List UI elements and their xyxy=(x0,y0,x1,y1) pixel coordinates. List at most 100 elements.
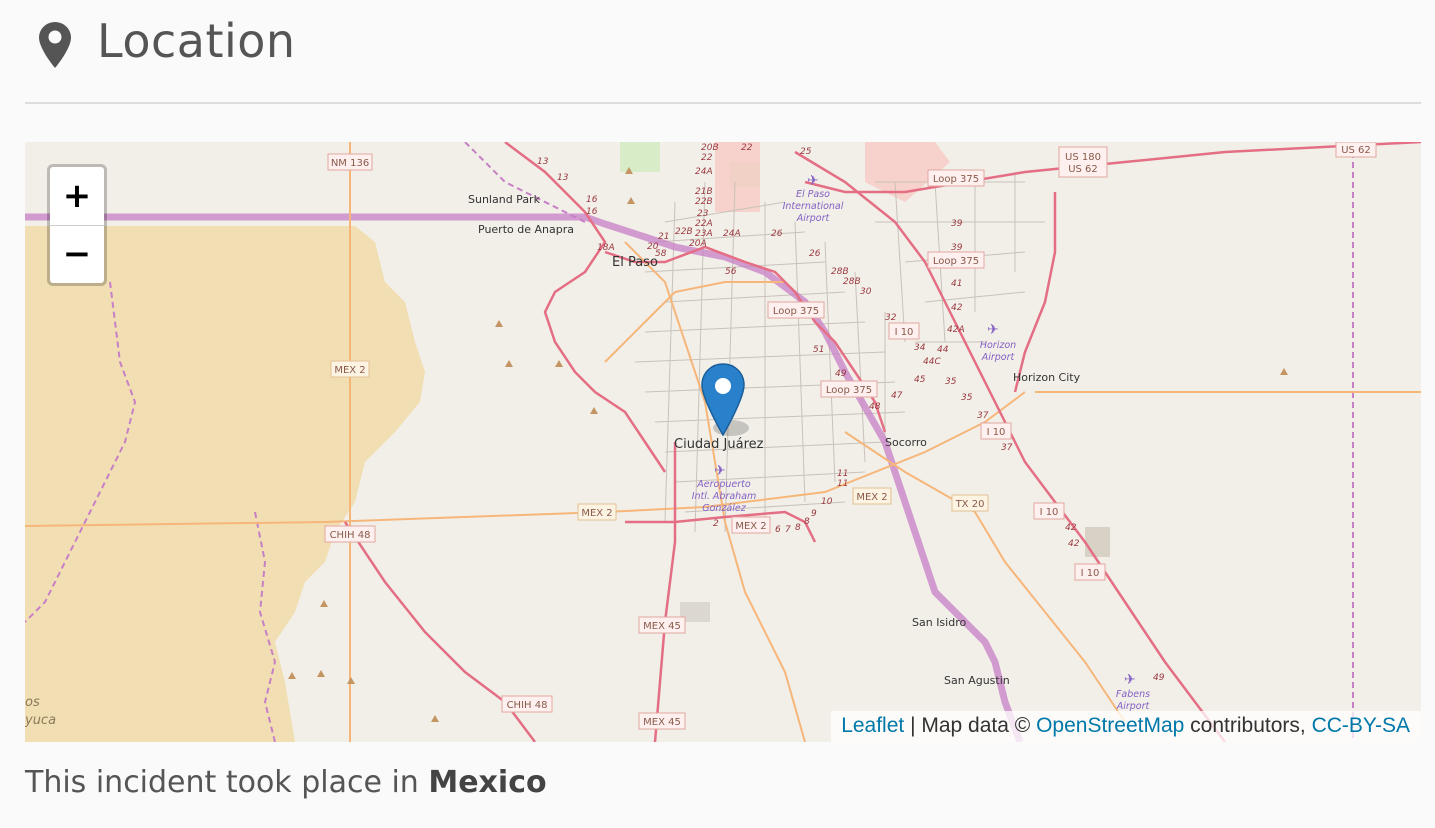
svg-text:22A: 22A xyxy=(695,219,713,229)
svg-text:International: International xyxy=(783,201,844,212)
svg-text:42: 42 xyxy=(1068,539,1080,549)
svg-text:NM 136: NM 136 xyxy=(331,158,369,169)
svg-text:30: 30 xyxy=(860,287,872,297)
openstreetmap-link[interactable]: OpenStreetMap xyxy=(1036,714,1184,737)
svg-text:23: 23 xyxy=(697,209,709,219)
svg-text:22B: 22B xyxy=(675,227,693,237)
svg-text:42A: 42A xyxy=(947,325,965,335)
svg-text:22B: 22B xyxy=(695,197,713,207)
svg-text:2: 2 xyxy=(713,519,719,529)
svg-text:10: 10 xyxy=(821,497,833,507)
svg-text:Aeropuerto: Aeropuerto xyxy=(696,479,751,490)
svg-text:26: 26 xyxy=(809,249,821,259)
svg-text:San Isidro: San Isidro xyxy=(912,616,966,629)
svg-text:Loop 375: Loop 375 xyxy=(773,306,819,317)
zoom-in-button[interactable]: + xyxy=(50,167,104,226)
svg-text:MEX 2: MEX 2 xyxy=(735,521,766,532)
svg-text:56: 56 xyxy=(725,267,737,277)
map-container[interactable]: NM 136 US 180 US 62 US 62 Loop 375 Loop 3… xyxy=(25,142,1421,742)
svg-text:42: 42 xyxy=(951,303,963,313)
country-name: Mexico xyxy=(428,765,547,800)
svg-text:49: 49 xyxy=(835,369,847,379)
svg-text:TX 20: TX 20 xyxy=(955,499,985,510)
svg-text:16: 16 xyxy=(586,207,598,217)
map-marker-icon xyxy=(39,22,71,68)
svg-text:18A: 18A xyxy=(597,243,615,253)
svg-text:US 62: US 62 xyxy=(1341,145,1371,156)
svg-text:Loop 375: Loop 375 xyxy=(933,174,979,185)
svg-text:MEX 45: MEX 45 xyxy=(643,717,681,728)
location-header: Location xyxy=(25,0,1421,104)
svg-text:✈: ✈ xyxy=(807,173,819,189)
svg-text:Fabens: Fabens xyxy=(1116,689,1150,700)
svg-text:21: 21 xyxy=(658,232,669,242)
svg-text:22: 22 xyxy=(741,143,753,153)
svg-text:20A: 20A xyxy=(689,239,707,249)
svg-text:✈: ✈ xyxy=(714,463,726,479)
svg-text:6: 6 xyxy=(775,525,781,535)
svg-text:39: 39 xyxy=(951,219,963,229)
svg-text:23A: 23A xyxy=(695,229,713,239)
svg-text:47: 47 xyxy=(891,391,903,401)
svg-text:El Paso: El Paso xyxy=(612,255,658,270)
attribution-separator: | Map data © xyxy=(904,714,1037,737)
map-marker-icon[interactable] xyxy=(697,362,749,442)
svg-text:Loop 375: Loop 375 xyxy=(933,256,979,267)
svg-text:11: 11 xyxy=(837,479,848,489)
svg-text:MEX 2: MEX 2 xyxy=(334,365,365,376)
caption-prefix: This incident took place in xyxy=(25,765,429,800)
svg-text:Intl. Abraham: Intl. Abraham xyxy=(692,491,757,502)
svg-text:26: 26 xyxy=(771,229,783,239)
svg-text:16: 16 xyxy=(586,195,598,205)
svg-text:I 10: I 10 xyxy=(1040,507,1059,518)
svg-text:44C: 44C xyxy=(923,357,941,367)
svg-text:González: González xyxy=(702,503,746,514)
svg-text:28B: 28B xyxy=(843,277,861,287)
svg-text:21B: 21B xyxy=(695,187,713,197)
license-link[interactable]: CC-BY-SA xyxy=(1312,714,1410,737)
svg-text:49: 49 xyxy=(1153,673,1165,683)
svg-text:CHIH 48: CHIH 48 xyxy=(330,530,371,541)
incident-location-text: This incident took place in Mexico xyxy=(25,765,547,800)
svg-text:25: 25 xyxy=(800,147,812,157)
svg-text:42: 42 xyxy=(1065,523,1077,533)
svg-text:24A: 24A xyxy=(695,167,713,177)
svg-text:CHIH 48: CHIH 48 xyxy=(507,700,548,711)
svg-text:Socorro: Socorro xyxy=(885,436,927,449)
attribution-contributors: contributors, xyxy=(1184,714,1312,737)
zoom-control: + − xyxy=(47,164,107,286)
svg-text:9: 9 xyxy=(811,509,817,519)
svg-text:I 10: I 10 xyxy=(987,427,1006,438)
leaflet-link[interactable]: Leaflet xyxy=(841,714,904,737)
zoom-out-button[interactable]: − xyxy=(50,226,104,282)
svg-text:MEX 2: MEX 2 xyxy=(856,492,887,503)
svg-text:os: os xyxy=(25,695,40,710)
svg-text:El Paso: El Paso xyxy=(796,189,830,200)
svg-text:41: 41 xyxy=(951,279,962,289)
section-title: Location xyxy=(97,14,296,68)
svg-text:Airport: Airport xyxy=(981,352,1016,363)
svg-text:48: 48 xyxy=(869,402,881,412)
svg-text:20B: 20B xyxy=(701,143,719,153)
svg-text:US 62: US 62 xyxy=(1068,164,1098,175)
svg-text:13: 13 xyxy=(537,157,549,167)
svg-text:37: 37 xyxy=(977,411,989,421)
svg-text:Horizon City: Horizon City xyxy=(1013,371,1081,384)
map-attribution: Leaflet | Map data © OpenStreetMap contr… xyxy=(831,711,1421,742)
svg-text:✈: ✈ xyxy=(987,322,999,338)
svg-text:Puerto de Anapra: Puerto de Anapra xyxy=(478,223,574,236)
svg-text:Sunland Park: Sunland Park xyxy=(468,193,541,206)
svg-text:Loop 375: Loop 375 xyxy=(826,385,872,396)
svg-text:11: 11 xyxy=(837,469,848,479)
svg-text:8: 8 xyxy=(795,523,801,533)
svg-text:22: 22 xyxy=(701,153,713,163)
svg-text:51: 51 xyxy=(813,345,824,355)
svg-text:39: 39 xyxy=(951,243,963,253)
svg-text:7: 7 xyxy=(785,525,791,535)
svg-text:US 180: US 180 xyxy=(1065,152,1101,163)
svg-text:37: 37 xyxy=(1001,443,1013,453)
svg-text:✈: ✈ xyxy=(1124,672,1136,688)
map-tiles[interactable]: NM 136 US 180US 62 US 62 Loop 375 Loop 3… xyxy=(25,142,1421,742)
svg-text:13: 13 xyxy=(557,173,569,183)
svg-text:MEX 45: MEX 45 xyxy=(643,621,681,632)
